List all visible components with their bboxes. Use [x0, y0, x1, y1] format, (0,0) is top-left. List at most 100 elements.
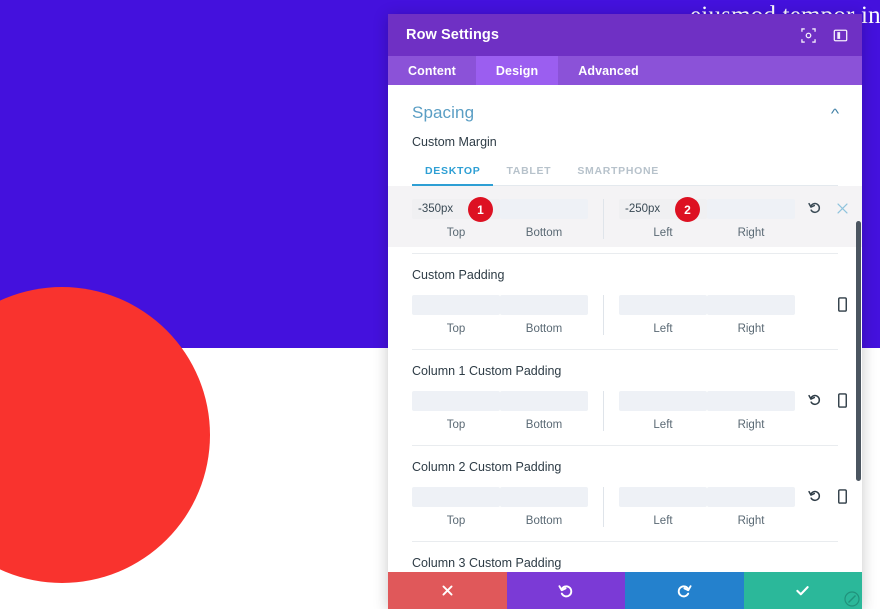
save-button[interactable] — [743, 572, 862, 609]
modal-footer — [388, 572, 862, 609]
redo-button[interactable] — [625, 572, 744, 609]
margin-bottom-caption: Bottom — [525, 227, 563, 239]
col2-top-caption: Top — [446, 515, 466, 527]
padding-top-input[interactable] — [412, 295, 500, 315]
col2-bottom-field: Bottom — [500, 487, 588, 527]
padding-bottom-input[interactable] — [500, 295, 588, 315]
padding-top-caption: Top — [446, 323, 466, 335]
margin-right-input[interactable] — [707, 199, 795, 219]
col1-bottom-field: Bottom — [500, 391, 588, 431]
reset-icon[interactable] — [807, 488, 823, 504]
check-icon — [796, 586, 809, 596]
chevron-up-icon[interactable]: ^ — [831, 107, 839, 120]
col2-left-caption: Left — [653, 515, 673, 527]
device-tab-desktop[interactable]: DESKTOP — [412, 160, 494, 186]
col2-top-input[interactable] — [412, 487, 500, 507]
padding-bottom-caption: Bottom — [525, 323, 563, 335]
col1-bottom-input[interactable] — [500, 391, 588, 411]
column-2-padding-label: Column 2 Custom Padding — [412, 460, 562, 474]
padding-vertical-pair: Top —/— Bottom — [412, 295, 603, 335]
col2-left-field: Left —/— — [619, 487, 723, 527]
modal-header-actions — [800, 27, 848, 43]
padding-bottom-field: Bottom — [500, 295, 588, 335]
col1-bottom-caption: Bottom — [525, 419, 563, 431]
modal-scrollbar[interactable] — [856, 221, 861, 481]
col2-vertical-pair: Top —/— Bottom — [412, 487, 603, 527]
col2-right-field: Right — [707, 487, 795, 527]
margin-top-caption: Top — [446, 227, 466, 239]
spacing-section-header: Spacing ^ — [388, 85, 862, 123]
reset-icon[interactable] — [807, 392, 823, 408]
margin-bottom-field: Bottom — [500, 199, 588, 239]
col1-left-caption: Left — [653, 419, 673, 431]
padding-row-actions — [795, 295, 850, 312]
clear-icon[interactable] — [834, 200, 850, 216]
device-tab-smartphone[interactable]: SMARTPHONE — [564, 160, 672, 185]
padding-left-caption: Left — [653, 323, 673, 335]
col2-left-input[interactable] — [619, 487, 707, 507]
margin-bottom-input[interactable] — [500, 199, 588, 219]
column-1-padding-row: Top —/— Bottom Left —/— — [388, 378, 862, 439]
padding-right-input[interactable] — [707, 295, 795, 315]
modal-title: Row Settings — [406, 27, 500, 43]
col2-bottom-input[interactable] — [500, 487, 588, 507]
column-3-padding-label: Column 3 Custom Padding — [412, 556, 562, 570]
col1-top-input[interactable] — [412, 391, 500, 411]
callout-badge-2: 2 — [675, 197, 700, 222]
margin-right-caption: Right — [737, 227, 765, 239]
tab-design[interactable]: Design — [475, 56, 559, 85]
tab-advanced[interactable]: Advanced — [558, 56, 659, 85]
margin-vertical-pair: Top 1 —/— Bottom — [412, 197, 603, 239]
margin-horizontal-pair: Left 2 —/— Right — [603, 197, 795, 239]
section-title-spacing: Spacing — [412, 103, 475, 122]
col2-bottom-caption: Bottom — [525, 515, 563, 527]
col1-right-caption: Right — [737, 419, 765, 431]
mobile-device-icon[interactable] — [834, 392, 850, 408]
col1-horizontal-pair: Left —/— Right — [603, 391, 795, 431]
margin-left-caption: Left — [653, 227, 673, 239]
padding-left-input[interactable] — [619, 295, 707, 315]
column-1-padding-label: Column 1 Custom Padding — [412, 364, 562, 378]
modal-body: Spacing ^ Custom Margin DESKTOP TABLET S… — [388, 85, 862, 572]
col1-right-input[interactable] — [707, 391, 795, 411]
row-settings-modal: Row Settings Content Design Advanced Spa… — [388, 14, 862, 609]
custom-margin-row: Top 1 —/— Bottom Left 2 —/— — [388, 186, 862, 247]
margin-left-field: Left 2 —/— — [619, 197, 723, 239]
mobile-device-icon[interactable] — [834, 296, 850, 312]
reset-icon[interactable] — [807, 200, 823, 216]
mobile-device-icon[interactable] — [834, 488, 850, 504]
layout-panel-icon[interactable] — [832, 27, 848, 43]
column-2-padding-row: Top —/— Bottom Left —/— — [388, 474, 862, 535]
margin-top-field: Top 1 —/— — [412, 197, 516, 239]
device-tab-group: DESKTOP TABLET SMARTPHONE — [412, 160, 838, 186]
custom-margin-label: Custom Margin — [412, 135, 497, 149]
padding-left-field: Left —/— — [619, 295, 723, 335]
undo-button[interactable] — [506, 572, 625, 609]
cancel-button[interactable] — [388, 572, 507, 609]
col1-vertical-pair: Top —/— Bottom — [412, 391, 603, 431]
focus-icon[interactable] — [800, 27, 816, 43]
col1-top-field: Top —/— — [412, 391, 516, 431]
col2-right-caption: Right — [737, 515, 765, 527]
col2-right-input[interactable] — [707, 487, 795, 507]
margin-row-actions — [795, 199, 850, 216]
col1-left-input[interactable] — [619, 391, 707, 411]
col1-left-field: Left —/— — [619, 391, 723, 431]
padding-right-field: Right — [707, 295, 795, 335]
col2-horizontal-pair: Left —/— Right — [603, 487, 795, 527]
close-icon — [442, 585, 453, 596]
custom-padding-row: Top —/— Bottom Left —/— — [388, 282, 862, 343]
col1-row-actions — [795, 391, 850, 408]
margin-right-field: Right — [707, 199, 795, 239]
custom-padding-label: Custom Padding — [412, 268, 505, 282]
device-tab-tablet[interactable]: TABLET — [493, 160, 564, 185]
modal-header: Row Settings — [388, 14, 862, 56]
callout-badge-1: 1 — [468, 197, 493, 222]
modal-tab-bar: Content Design Advanced — [388, 56, 862, 85]
col1-right-field: Right — [707, 391, 795, 431]
col1-top-caption: Top — [446, 419, 466, 431]
undo-icon — [558, 584, 572, 597]
tab-content[interactable]: Content — [388, 56, 476, 85]
redo-icon — [678, 584, 692, 597]
padding-horizontal-pair: Left —/— Right — [603, 295, 795, 335]
